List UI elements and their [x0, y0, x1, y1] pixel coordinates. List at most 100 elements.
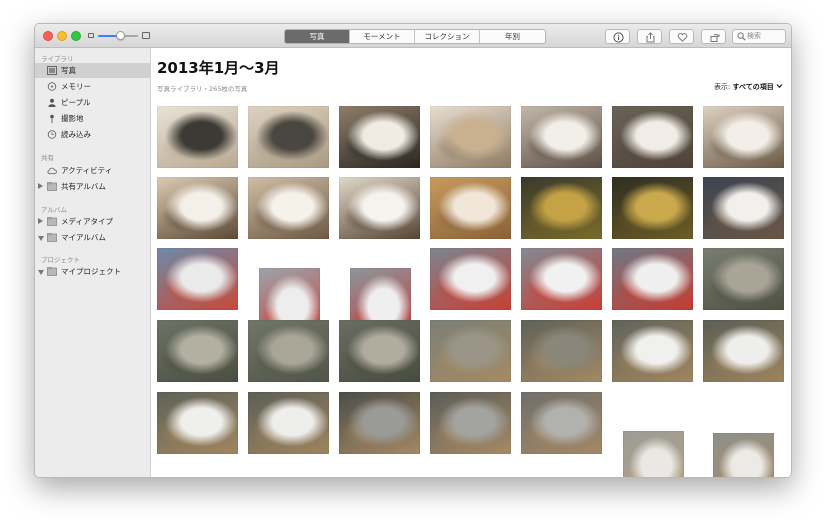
favorite-button[interactable]: [669, 29, 694, 44]
sidebar-item-label: ピープル: [61, 98, 91, 107]
photo-thumbnail[interactable]: [430, 177, 511, 239]
page-subtitle: 写真ライブラリ・265枚の写真: [157, 85, 248, 93]
view-tabs: 写真 モーメント コレクション 年別: [284, 29, 546, 44]
photo-thumbnail[interactable]: [430, 392, 511, 454]
photo-thumbnail[interactable]: [248, 320, 329, 382]
large-thumbnail-icon: [142, 32, 150, 39]
zoom-button[interactable]: [71, 31, 81, 41]
section-header-library: ライブラリ: [41, 55, 74, 63]
display-filter-value: すべての項目: [732, 83, 774, 91]
photo-thumbnail[interactable]: [248, 106, 329, 168]
disclosure-triangle[interactable]: [38, 218, 43, 224]
photo-thumbnail[interactable]: [612, 177, 693, 239]
search-icon: [737, 32, 746, 41]
sidebar-item-memories[interactable]: メモリー: [35, 79, 150, 94]
tab-years[interactable]: 年別: [480, 30, 545, 43]
folder-icon: [47, 217, 57, 226]
photo-thumbnail[interactable]: [157, 392, 238, 454]
photo-thumbnail[interactable]: [703, 248, 784, 310]
photo-thumbnail[interactable]: [339, 392, 420, 454]
photo-thumbnail[interactable]: [623, 431, 684, 477]
sidebar-item-activity[interactable]: アクティビティ: [35, 163, 150, 178]
sidebar-item-shared-albums[interactable]: 共有アルバム: [35, 179, 150, 194]
tab-moments[interactable]: モーメント: [350, 30, 415, 43]
photo-thumbnail[interactable]: [703, 106, 784, 168]
small-thumbnail-icon: [88, 33, 94, 38]
photo-thumbnail[interactable]: [157, 106, 238, 168]
sidebar-item-label: 読み込み: [61, 130, 91, 139]
tab-photos[interactable]: 写真: [285, 30, 350, 43]
cloud-icon: [47, 167, 57, 175]
sidebar-item-label: 写真: [61, 66, 76, 75]
imports-clock-icon: [47, 130, 57, 139]
search-placeholder: 検索: [747, 32, 761, 40]
photo-thumbnail[interactable]: [612, 248, 693, 310]
photo-thumbnail[interactable]: [521, 320, 602, 382]
photo-thumbnail[interactable]: [521, 248, 602, 310]
disclosure-triangle[interactable]: [38, 183, 43, 189]
sidebar-item-imports[interactable]: 読み込み: [35, 127, 150, 142]
chevron-down-icon: [776, 84, 783, 89]
rotate-button[interactable]: [701, 29, 726, 44]
photo-thumbnail[interactable]: [713, 433, 774, 477]
sidebar-item-label: マイプロジェクト: [61, 267, 121, 276]
places-pin-icon: [50, 114, 54, 123]
photo-thumbnail[interactable]: [521, 106, 602, 168]
photos-app-window: 写真 モーメント コレクション 年別 検索 ライブラリ 写真 メモリー ピープル…: [34, 23, 792, 478]
share-button[interactable]: [637, 29, 662, 44]
page-title: 2013年1月〜3月: [157, 59, 280, 77]
section-header-shared: 共有: [41, 154, 54, 162]
photo-thumbnail[interactable]: [248, 392, 329, 454]
photo-thumbnail[interactable]: [612, 320, 693, 382]
sidebar: ライブラリ 写真 メモリー ピープル 撮影地 読み込み 共有 アクティビティ 共…: [35, 48, 151, 477]
photo-thumbnail[interactable]: [521, 392, 602, 454]
memories-icon: [47, 82, 57, 91]
section-header-projects: プロジェクト: [41, 256, 80, 264]
photo-thumbnail[interactable]: [703, 177, 784, 239]
sidebar-item-label: マイアルバム: [61, 233, 106, 242]
sidebar-item-media-types[interactable]: メディアタイプ: [35, 214, 150, 229]
sidebar-item-label: メモリー: [61, 82, 91, 91]
folder-icon: [47, 267, 57, 276]
info-icon: [613, 32, 624, 43]
display-filter-label: 表示:: [713, 83, 731, 91]
rotate-icon: [710, 34, 720, 42]
slider-knob[interactable]: [116, 31, 125, 40]
photos-icon: [47, 66, 57, 75]
photo-thumbnail[interactable]: [157, 248, 238, 310]
sidebar-item-label: 共有アルバム: [61, 182, 106, 191]
disclosure-triangle[interactable]: [38, 270, 44, 275]
search-field[interactable]: 検索: [732, 29, 786, 44]
folder-icon: [47, 182, 57, 191]
tab-collections[interactable]: コレクション: [415, 30, 480, 43]
sidebar-item-photos[interactable]: 写真: [35, 63, 150, 78]
people-icon: [48, 98, 56, 107]
display-filter[interactable]: 表示: すべての項目: [714, 82, 783, 92]
photo-thumbnail[interactable]: [339, 320, 420, 382]
photo-thumbnail[interactable]: [703, 320, 784, 382]
photo-thumbnail[interactable]: [430, 248, 511, 310]
sidebar-item-places[interactable]: 撮影地: [35, 111, 150, 126]
photo-thumbnail[interactable]: [430, 106, 511, 168]
disclosure-triangle[interactable]: [38, 236, 44, 241]
sidebar-item-my-albums[interactable]: マイアルバム: [35, 230, 150, 245]
sidebar-item-label: アクティビティ: [61, 166, 113, 175]
photo-thumbnail[interactable]: [157, 320, 238, 382]
photo-thumbnail[interactable]: [339, 177, 420, 239]
folder-icon: [47, 233, 57, 242]
section-header-albums: アルバム: [41, 206, 67, 214]
photo-thumbnail[interactable]: [521, 177, 602, 239]
photo-thumbnail[interactable]: [157, 177, 238, 239]
info-button[interactable]: [605, 29, 630, 44]
photo-thumbnail[interactable]: [612, 106, 693, 168]
photo-thumbnail[interactable]: [339, 106, 420, 168]
sidebar-item-label: メディアタイプ: [61, 217, 113, 226]
title-bar: 写真 モーメント コレクション 年別 検索: [35, 24, 791, 48]
sidebar-item-label: 撮影地: [61, 114, 84, 123]
sidebar-item-people[interactable]: ピープル: [35, 95, 150, 110]
sidebar-item-my-projects[interactable]: マイプロジェクト: [35, 264, 150, 279]
photo-thumbnail[interactable]: [248, 177, 329, 239]
minimize-button[interactable]: [57, 31, 67, 41]
close-button[interactable]: [43, 31, 53, 41]
photo-thumbnail[interactable]: [430, 320, 511, 382]
